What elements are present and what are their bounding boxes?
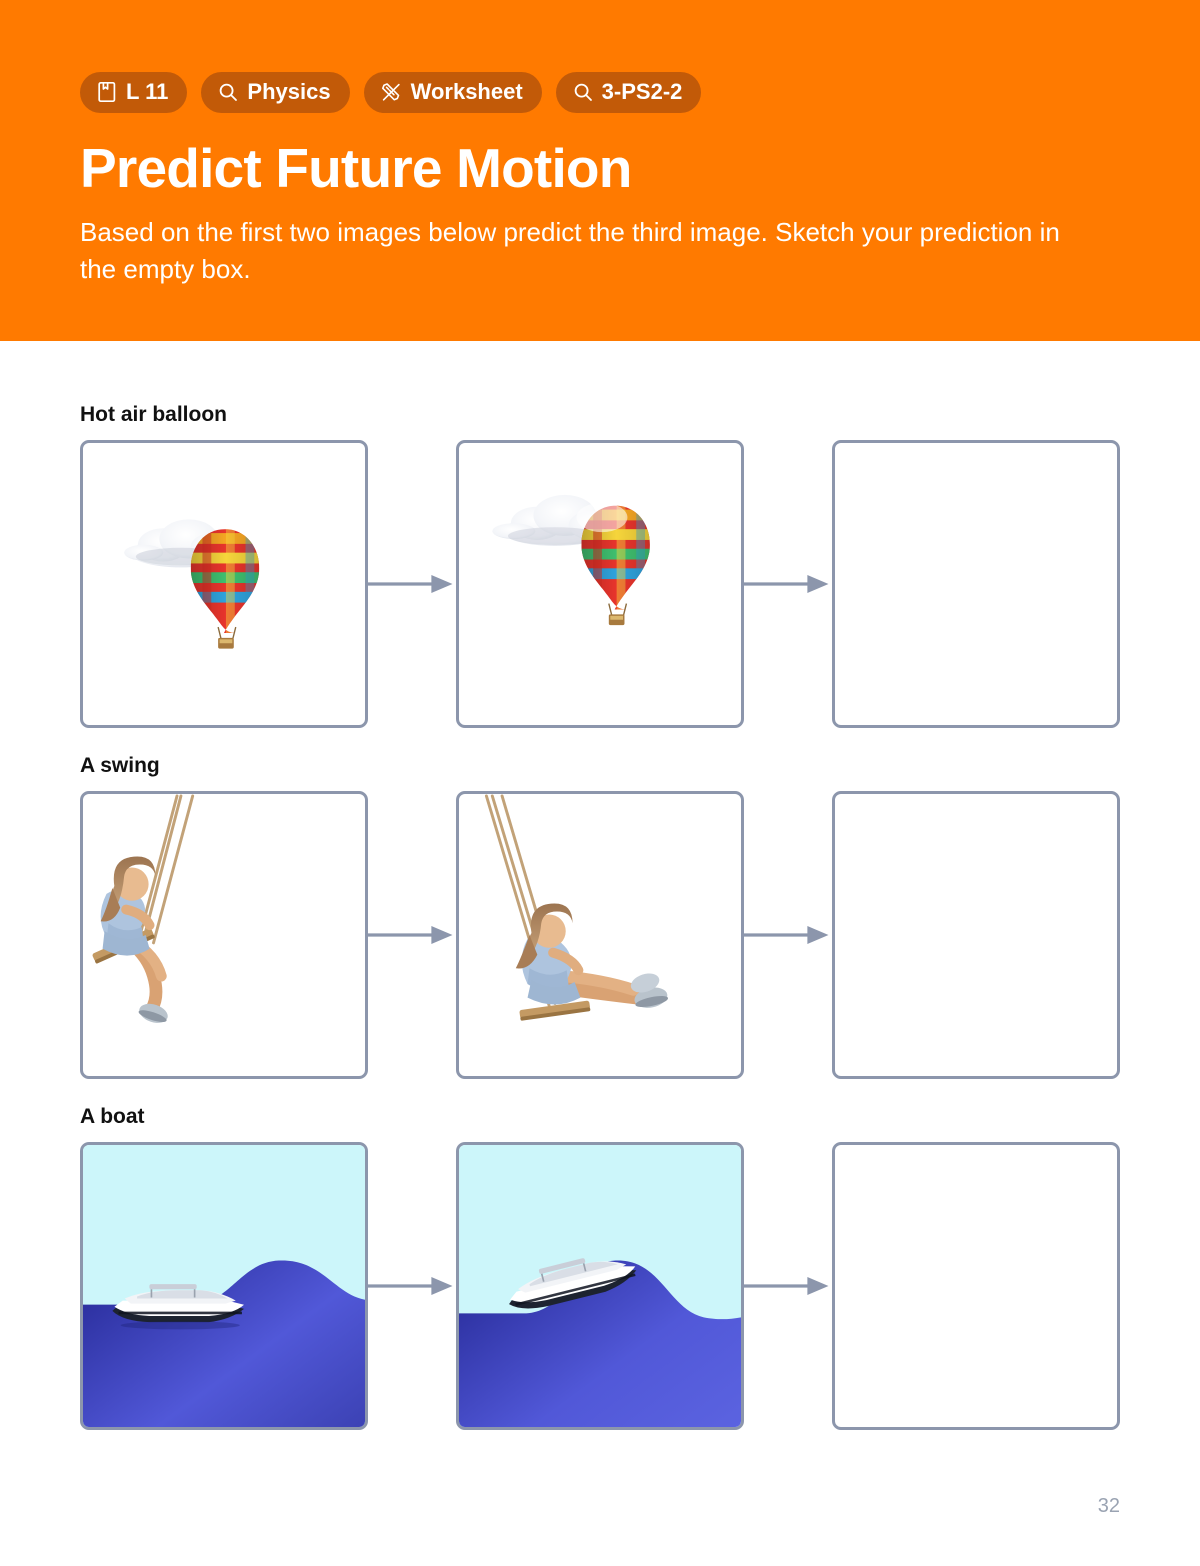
balloon-scene-low xyxy=(83,443,365,725)
worksheet-content: Hot air balloon A swing A boat xyxy=(0,341,1200,1430)
frame-swing-1 xyxy=(80,791,368,1079)
frame-balloon-1 xyxy=(80,440,368,728)
hot-air-balloon xyxy=(190,529,260,649)
badge-type[interactable]: Worksheet xyxy=(363,72,542,113)
swing-scene-back xyxy=(83,794,365,1076)
row-hot-air-balloon: Hot air balloon xyxy=(80,403,1120,728)
badge-subject[interactable]: Physics xyxy=(201,72,350,113)
page-title: Predict Future Motion xyxy=(80,137,632,199)
magnifier-icon xyxy=(573,82,593,102)
badge-standard-label: 3-PS2-2 xyxy=(601,79,683,104)
badge-standard[interactable]: 3-PS2-2 xyxy=(555,72,702,113)
frame-sequence xyxy=(80,791,1120,1079)
boat-scene-flat xyxy=(83,1145,365,1427)
frame-boat-1 xyxy=(80,1142,368,1430)
arrow-connector xyxy=(368,921,456,949)
boat-scene-tilt xyxy=(459,1145,741,1427)
row-label: A swing xyxy=(80,754,160,777)
balloon-scene-high xyxy=(459,443,741,725)
arrow-connector xyxy=(368,570,456,598)
badge-row: L 11 Physics Worksheet 3-PS2-2 xyxy=(80,72,1200,113)
page-header: L 11 Physics Worksheet 3-PS2-2 Predict F… xyxy=(0,0,1200,341)
row-label: Hot air balloon xyxy=(80,403,227,426)
frame-swing-2 xyxy=(456,791,744,1079)
row-label: A boat xyxy=(80,1105,145,1128)
frame-balloon-2 xyxy=(456,440,744,728)
frame-sequence xyxy=(80,1142,1120,1430)
arrow-connector xyxy=(744,1272,832,1300)
badge-lesson-label: L 11 xyxy=(126,79,169,104)
magnifier-icon xyxy=(218,82,238,102)
frame-balloon-answer-box[interactable] xyxy=(832,440,1120,728)
hot-air-balloon xyxy=(576,502,650,626)
badge-subject-label: Physics xyxy=(247,79,331,104)
page-subtitle: Based on the first two images below pred… xyxy=(80,217,1060,285)
frame-sequence xyxy=(80,440,1120,728)
swing-scene-forward xyxy=(459,794,741,1076)
arrow-connector xyxy=(744,921,832,949)
book-icon xyxy=(97,81,117,103)
arrow-connector xyxy=(368,1272,456,1300)
badge-type-label: Worksheet xyxy=(410,79,523,104)
badge-lesson[interactable]: L 11 xyxy=(80,72,188,113)
arrow-connector xyxy=(744,570,832,598)
frame-swing-answer-box[interactable] xyxy=(832,791,1120,1079)
row-swing: A swing xyxy=(80,754,1120,1079)
page-number: 32 xyxy=(1097,1495,1120,1517)
child-on-swing xyxy=(515,903,669,1021)
frame-boat-2 xyxy=(456,1142,744,1430)
frame-boat-answer-box[interactable] xyxy=(832,1142,1120,1430)
pencil-ruler-icon xyxy=(381,82,402,103)
row-boat: A boat xyxy=(80,1105,1120,1430)
